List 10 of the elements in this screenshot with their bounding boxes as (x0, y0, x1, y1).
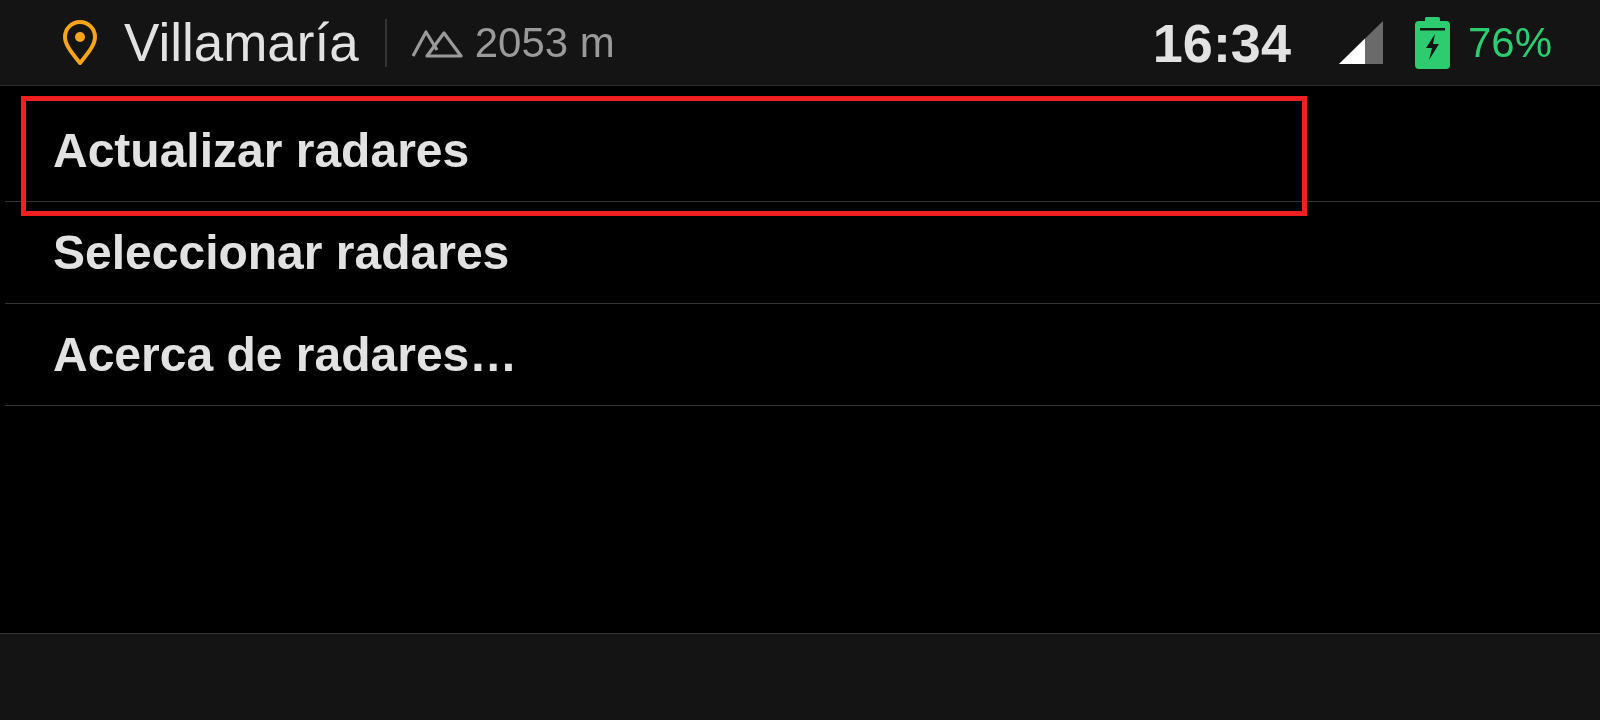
signal-strength-icon (1338, 21, 1383, 64)
menu-item[interactable]: Actualizar radares (5, 100, 1600, 202)
menu-item[interactable]: Acerca de radares… (5, 304, 1600, 406)
location-name: Villamaría (124, 16, 359, 69)
mountain-icon (410, 27, 463, 58)
battery-percentage: 76% (1467, 21, 1552, 64)
altitude-reading: 2053 m (474, 21, 615, 64)
clock-time: 16:34 (1152, 15, 1291, 70)
menu-item[interactable]: Seleccionar radares (5, 202, 1600, 304)
location-pin-icon (62, 19, 98, 66)
